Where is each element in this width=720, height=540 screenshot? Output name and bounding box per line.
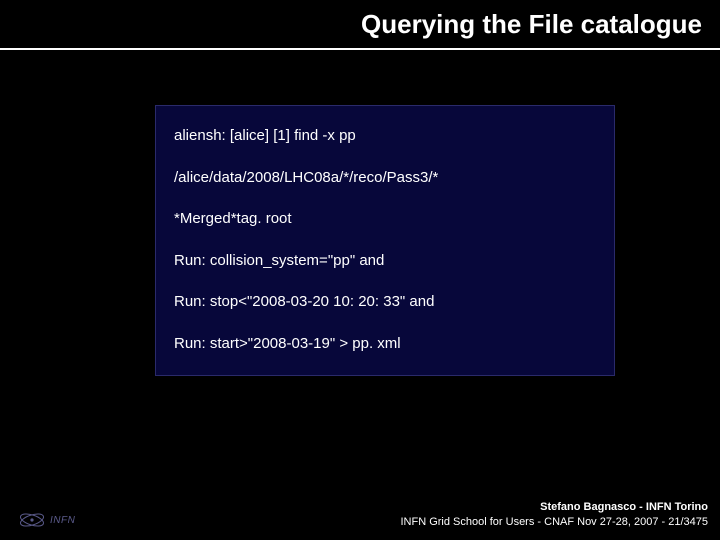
infn-logo-icon: [18, 510, 46, 530]
code-line: Run: collision_system="pp" and: [174, 251, 596, 271]
logo-text: INFN: [50, 515, 75, 526]
slide-title: Querying the File catalogue: [361, 9, 702, 40]
title-underline: [0, 48, 720, 50]
code-line: /alice/data/2008/LHC08a/*/reco/Pass3/*: [174, 168, 596, 188]
event-line: INFN Grid School for Users - CNAF Nov 27…: [400, 515, 708, 530]
code-line: Run: stop<"2008-03-20 10: 20: 33" and: [174, 292, 596, 312]
author-line: Stefano Bagnasco - INFN Torino: [400, 500, 708, 515]
code-block: aliensh: [alice] [1] find -x pp /alice/d…: [155, 105, 615, 376]
credits: Stefano Bagnasco - INFN Torino INFN Grid…: [400, 500, 708, 530]
code-line: *Merged*tag. root: [174, 209, 596, 229]
title-bar: Querying the File catalogue: [0, 0, 720, 48]
code-line: Run: start>"2008-03-19" > pp. xml: [174, 334, 596, 354]
footer: INFN Stefano Bagnasco - INFN Torino INFN…: [0, 500, 720, 530]
logo: INFN: [18, 510, 75, 530]
code-line: aliensh: [alice] [1] find -x pp: [174, 126, 596, 146]
